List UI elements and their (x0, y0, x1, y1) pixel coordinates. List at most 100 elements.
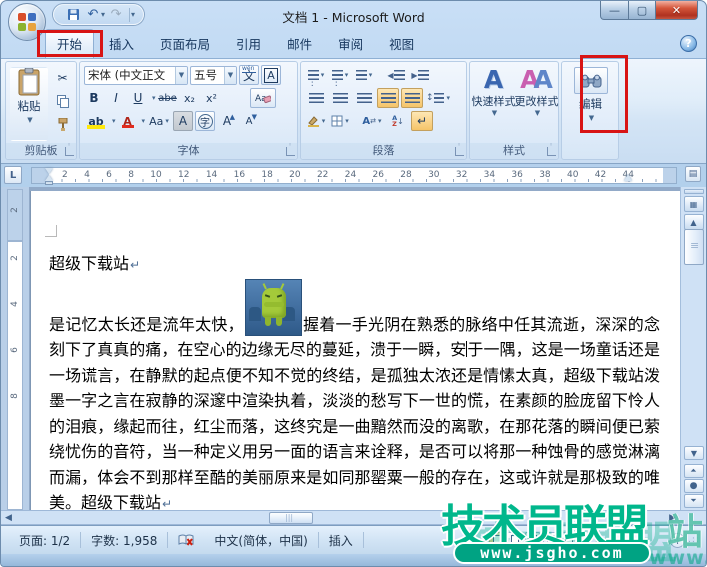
help-icon[interactable]: ? (680, 35, 697, 52)
vertical-scrollbar[interactable]: ▦ ▲ ▼ ⏶ ● ⏷ (680, 187, 706, 510)
format-painter-icon[interactable] (52, 114, 73, 134)
multilevel-list-icon[interactable]: ▾ (353, 65, 375, 85)
font-dialog-launcher-icon[interactable] (286, 147, 295, 156)
change-styles-button[interactable]: AA 更改样式 ▼ (516, 67, 557, 143)
right-indent-icon[interactable] (624, 174, 632, 181)
outline-view-icon[interactable] (543, 532, 558, 549)
ribbon-tab[interactable]: 邮件 (276, 30, 323, 58)
minimize-button[interactable]: — (600, 1, 629, 20)
ribbon-tab[interactable]: 插入 (98, 30, 145, 58)
split-handle[interactable] (684, 189, 704, 194)
show-hide-marks-icon[interactable]: ↵ (411, 111, 433, 131)
align-left-icon[interactable] (305, 88, 327, 108)
previous-page-icon[interactable]: ⏶ (684, 464, 704, 478)
clear-formatting-icon[interactable]: Aa (250, 88, 276, 108)
draft-view-icon[interactable] (561, 532, 576, 549)
clipboard-dialog-launcher-icon[interactable] (65, 147, 74, 156)
bold-button[interactable]: B (84, 88, 104, 108)
align-right-icon[interactable] (353, 88, 375, 108)
character-border-button[interactable]: A (261, 65, 281, 85)
underline-dropdown-icon[interactable]: ▾ (152, 94, 156, 102)
language-indicator[interactable]: 中文(简体，中国) (204, 532, 317, 549)
character-shading-button[interactable]: A (173, 111, 193, 131)
strikethrough-button[interactable]: abe (158, 88, 178, 108)
editing-dropdown-icon[interactable]: ▼ (589, 114, 594, 122)
scroll-right-icon[interactable]: ▶ (669, 513, 676, 523)
change-styles-dropdown-icon[interactable]: ▼ (535, 109, 540, 117)
scroll-up-icon[interactable]: ▲ (684, 214, 704, 230)
ribbon-tab[interactable]: 开始 (45, 29, 94, 58)
bullets-icon[interactable]: ▾ (305, 65, 327, 85)
office-button[interactable] (8, 3, 46, 41)
horizontal-scrollbar[interactable]: ◀ ▶ (1, 510, 706, 525)
quick-styles-dropdown-icon[interactable]: ▼ (492, 109, 497, 117)
vertical-scroll-thumb[interactable] (684, 229, 704, 265)
horizontal-scroll-thumb[interactable] (269, 512, 313, 524)
ribbon-tab[interactable]: 审阅 (327, 30, 374, 58)
phonetic-guide-button[interactable]: wén 文 (239, 65, 259, 85)
ribbon-tab[interactable]: 视图 (378, 30, 425, 58)
left-indent-icon[interactable] (45, 181, 53, 185)
font-size-dropdown-icon[interactable]: ▼ (224, 67, 236, 84)
distribute-icon[interactable] (401, 88, 423, 108)
sort-icon[interactable]: AZ ↓ (387, 111, 409, 131)
styles-dialog-launcher-icon[interactable] (547, 147, 556, 156)
scroll-down-icon[interactable]: ▼ (684, 446, 704, 460)
ruler-toggle-icon[interactable]: ▦ (684, 196, 704, 212)
font-color-button[interactable]: A (118, 111, 138, 131)
cut-icon[interactable]: ✂ (52, 68, 73, 88)
indent-markers[interactable] (45, 168, 53, 185)
copy-icon[interactable] (52, 91, 73, 111)
decrease-indent-icon[interactable]: ◀ (385, 65, 407, 85)
italic-button[interactable]: I (106, 88, 126, 108)
font-size-combo[interactable]: 五号 ▼ (190, 66, 237, 85)
change-case-button[interactable]: Aa▾ (147, 111, 171, 131)
find-button[interactable] (574, 67, 608, 94)
select-browse-object-icon[interactable]: ● (684, 479, 704, 493)
maximize-button[interactable]: ▢ (629, 1, 656, 20)
ribbon-tab[interactable]: 页面布局 (149, 30, 221, 58)
spellcheck-icon[interactable] (168, 534, 204, 547)
insert-mode-indicator[interactable]: 插入 (319, 532, 363, 549)
quick-styles-button[interactable]: A 快速样式 ▼ (473, 67, 514, 143)
close-button[interactable]: ✕ (656, 1, 698, 20)
vertical-ruler[interactable]: 2 2468 (1, 187, 29, 510)
paragraph-dialog-launcher-icon[interactable] (455, 147, 464, 156)
shading-icon[interactable]: ▾ (305, 111, 327, 131)
subscript-button[interactable]: x₂ (180, 88, 200, 108)
first-line-indent-icon[interactable] (45, 168, 53, 174)
highlight-dropdown-icon[interactable]: ▾ (112, 117, 116, 125)
highlight-button[interactable]: ab (84, 111, 108, 131)
resize-grip-icon[interactable]: .:: (688, 535, 700, 545)
borders-icon[interactable]: ▾ (329, 111, 351, 131)
document-page[interactable]: 超级下载站↵ 是记忆太长还是流年太快，握着一手光阴在熟悉的脉络中任其流逝，深深的… (31, 191, 680, 510)
font-name-dropdown-icon[interactable]: ▼ (175, 67, 187, 84)
scroll-left-icon[interactable]: ◀ (5, 513, 12, 523)
font-name-combo[interactable]: 宋体 (中文正文 ▼ (84, 66, 188, 85)
superscript-button[interactable]: x² (202, 88, 222, 108)
paste-dropdown-icon[interactable]: ▼ (27, 116, 32, 124)
zoom-in-icon[interactable]: + (670, 533, 685, 548)
next-page-icon[interactable]: ⏷ (684, 494, 704, 508)
hanging-indent-icon[interactable] (45, 175, 53, 181)
justify-icon[interactable] (377, 88, 399, 108)
shrink-font-button[interactable]: A▼ (239, 111, 259, 131)
line-spacing-icon[interactable]: ↕▾ (425, 88, 451, 108)
align-center-icon[interactable] (329, 88, 351, 108)
page-content[interactable]: 超级下载站↵ 是记忆太长还是流年太快，握着一手光阴在熟悉的脉络中任其流逝，深深的… (31, 191, 680, 510)
enclose-characters-button[interactable]: 字 (195, 111, 215, 131)
view-ruler-toggle-icon[interactable]: ▤ (685, 166, 701, 182)
grow-font-button[interactable]: A▲ (217, 111, 237, 131)
numbering-icon[interactable]: ▾ (329, 65, 351, 85)
fullscreen-reading-view-icon[interactable] (507, 532, 522, 549)
font-color-dropdown-icon[interactable]: ▾ (142, 117, 146, 125)
word-count[interactable]: 字数: 1,958 (81, 532, 167, 549)
tab-stop-selector[interactable]: L (4, 166, 22, 184)
increase-indent-icon[interactable]: ▶ (409, 65, 431, 85)
horizontal-ruler[interactable]: 2468101214161820222426283032343638404244 (31, 167, 677, 184)
underline-button[interactable]: U (128, 88, 148, 108)
page-indicator[interactable]: 页面: 1/2 (9, 532, 80, 549)
print-layout-view-icon[interactable] (489, 532, 504, 549)
paste-button[interactable]: 粘贴 ▼ (10, 67, 48, 141)
android-robot-image[interactable] (245, 279, 302, 336)
